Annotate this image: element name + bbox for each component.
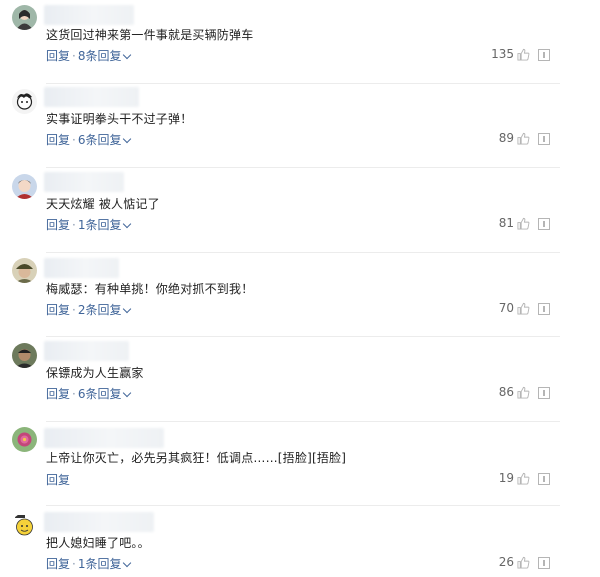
like-count: 70 [498,301,514,315]
replies-toggle[interactable]: 6条回复 [78,133,122,147]
replies-toggle[interactable]: 1条回复 [78,218,122,232]
username-blurred[interactable] [44,258,119,278]
reply-link[interactable]: 回复 [46,218,70,232]
comment-text: 天天炫耀 被人惦记了 [46,197,160,211]
report-icon[interactable] [538,133,550,145]
comment-actions: 回复 · 1条回复 [46,216,132,233]
user-avatar[interactable] [12,174,37,199]
chevron-down-icon[interactable] [123,219,132,229]
comment-actions: 回复 · 1条回复 [46,555,132,572]
username-blurred[interactable] [44,428,164,448]
reply-link[interactable]: 回复 [46,557,70,571]
username-blurred[interactable] [44,5,134,25]
comment-item: 上帝让你灭亡，必先另其疯狂！低调点……[捂脸][捂脸] 回复 19 [0,422,600,506]
like-count: 26 [498,555,514,569]
separator-dot: · [72,218,76,232]
comment-actions: 回复 · 6条回复 [46,131,132,148]
comment-list: 这货回过神来第一件事就是买辆防弹车 回复 · 8条回复 135 实事证明拳头干不过子… [0,0,600,577]
username-blurred[interactable] [44,87,139,107]
user-avatar[interactable] [12,258,37,283]
comment-item: 这货回过神来第一件事就是买辆防弹车 回复 · 8条回复 135 [0,0,600,84]
report-icon[interactable] [538,473,550,485]
thumbs-up-icon[interactable] [517,217,530,230]
report-icon[interactable] [538,557,550,569]
like-count: 19 [498,471,514,485]
comment-item: 把人媳妇睡了吧。。 回复 · 1条回复 26 [0,508,600,577]
replies-toggle[interactable]: 6条回复 [78,387,122,401]
reply-link[interactable]: 回复 [46,49,70,63]
comment-item: 天天炫耀 被人惦记了 回复 · 1条回复 81 [0,169,600,253]
thumbs-up-icon[interactable] [517,556,530,569]
comment-text: 上帝让你灭亡，必先另其疯狂！低调点……[捂脸][捂脸] [46,451,347,465]
comment-item: 梅威瑟：有种单挑！你绝对抓不到我！ 回复 · 2条回复 70 [0,253,600,337]
thumbs-up-icon[interactable] [517,302,530,315]
comment-item: 实事证明拳头干不过子弹！ 回复 · 6条回复 89 [0,84,600,168]
reply-link[interactable]: 回复 [46,387,70,401]
divider [46,336,560,337]
comment-text: 梅威瑟：有种单挑！你绝对抓不到我！ [46,282,254,296]
separator-dot: · [72,49,76,63]
like-count: 86 [498,385,514,399]
report-icon[interactable] [538,303,550,315]
comment-actions: 回复 · 6条回复 [46,385,132,402]
chevron-down-icon[interactable] [123,388,132,398]
divider [46,505,560,506]
comment-text: 这货回过神来第一件事就是买辆防弹车 [46,28,254,42]
report-icon[interactable] [538,387,550,399]
separator-dot: · [72,557,76,571]
report-icon[interactable] [538,49,550,61]
comment-text: 保镖成为人生赢家 [46,366,144,380]
comment-item: 保镖成为人生赢家 回复 · 6条回复 86 [0,338,600,422]
user-avatar[interactable] [12,89,37,114]
like-count: 135 [491,47,514,61]
user-avatar[interactable] [12,343,37,368]
comment-actions: 回复 · 8条回复 [46,47,132,64]
thumbs-up-icon[interactable] [517,132,530,145]
separator-dot: · [72,133,76,147]
like-count: 81 [498,216,514,230]
chevron-down-icon[interactable] [123,558,132,568]
username-blurred[interactable] [44,172,124,192]
reply-link[interactable]: 回复 [46,303,70,317]
user-avatar[interactable] [12,513,37,538]
user-avatar[interactable] [12,5,37,30]
divider [46,167,560,168]
username-blurred[interactable] [44,341,129,361]
username-blurred[interactable] [44,512,154,532]
reply-link[interactable]: 回复 [46,133,70,147]
replies-toggle[interactable]: 2条回复 [78,303,122,317]
separator-dot: · [72,387,76,401]
chevron-down-icon[interactable] [123,134,132,144]
comment-actions: 回复 · 2条回复 [46,301,132,318]
comment-text: 把人媳妇睡了吧。。 [46,536,150,550]
like-count: 89 [498,131,514,145]
comment-actions: 回复 [46,471,70,488]
thumbs-up-icon[interactable] [517,48,530,61]
thumbs-up-icon[interactable] [517,472,530,485]
replies-toggle[interactable]: 1条回复 [78,557,122,571]
thumbs-up-icon[interactable] [517,386,530,399]
separator-dot: · [72,303,76,317]
comment-text: 实事证明拳头干不过子弹！ [46,112,193,126]
reply-link[interactable]: 回复 [46,473,70,487]
chevron-down-icon[interactable] [123,50,132,60]
chevron-down-icon[interactable] [123,304,132,314]
report-icon[interactable] [538,218,550,230]
replies-toggle[interactable]: 8条回复 [78,49,122,63]
user-avatar[interactable] [12,427,37,452]
